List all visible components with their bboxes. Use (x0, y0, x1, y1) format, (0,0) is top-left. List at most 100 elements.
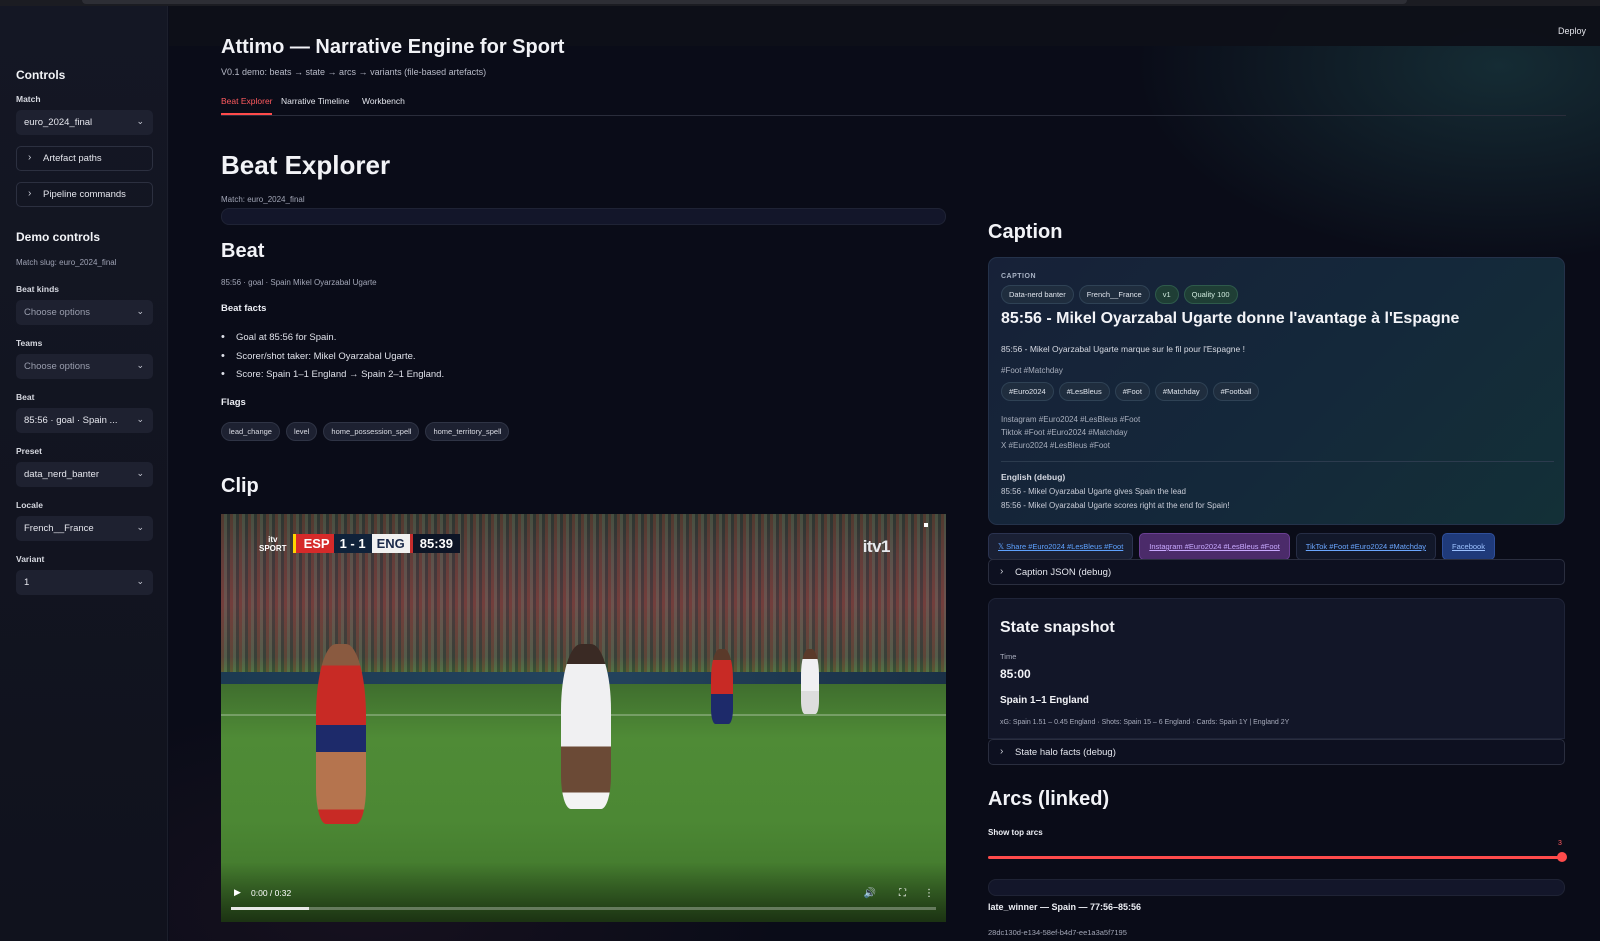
preset-label: Preset (16, 446, 42, 456)
list-item: Score: Spain 1–1 England → Spain 2–1 Eng… (221, 368, 444, 388)
share-tiktok-button[interactable]: TikTok #Foot #Euro2024 #Matchday (1295, 533, 1437, 560)
locale-select-value: French__France (24, 523, 94, 534)
share-buttons: 𝕏 Share #Euro2024 #LesBleus #Foot Instag… (988, 533, 1495, 560)
variant-label: Variant (16, 554, 45, 564)
page-title: Beat Explorer (221, 150, 391, 180)
beat-select[interactable]: 85:56 · goal · Spain ... ⌄ (16, 408, 153, 433)
state-halo-label: State halo facts (debug) (1015, 747, 1116, 758)
video-player[interactable]: itv SPORT ESP 1 - 1 ENG 85:39 itv1 ▶ 0:0… (221, 514, 946, 922)
state-stats: xG: Spain 1.51 – 0.45 England · Shots: S… (1000, 719, 1290, 726)
quality-badge: Quality 100 (1183, 285, 1238, 304)
video-corner-marker (924, 523, 928, 527)
beat-kinds-label: Beat kinds (16, 284, 59, 294)
platform-line: Instagram #Euro2024 #LesBleus #Foot (1001, 415, 1141, 424)
video-progress-fill (231, 907, 309, 910)
arc-title: late_winner — Spain — 77:56–85:56 (988, 902, 1142, 912)
brand-bottom: SPORT (259, 544, 287, 553)
preset-select-value: data_nerd_banter (24, 469, 100, 480)
preset-select[interactable]: data_nerd_banter ⌄ (16, 462, 153, 487)
top-arcs-slider[interactable] (988, 856, 1565, 859)
share-facebook-button[interactable]: Facebook (1442, 533, 1495, 560)
beat-kinds-multiselect[interactable]: Choose options ⌄ (16, 300, 153, 325)
score-line: Spain 1–1 England (1000, 695, 1089, 706)
caption-heading: Caption (988, 221, 1063, 243)
english-line: 85:56 - Mikel Oyarzabal Ugarte scores ri… (1001, 501, 1230, 510)
address-bar[interactable] (82, 0, 1407, 4)
chevron-down-icon: ⌄ (136, 306, 144, 316)
active-tab-indicator (221, 113, 272, 115)
variant-select[interactable]: 1 ⌄ (16, 570, 153, 595)
tag-pill: Data-nerd banter (1001, 285, 1074, 304)
chevron-down-icon: ⌄ (136, 116, 144, 126)
share-instagram-button[interactable]: Instagram #Euro2024 #LesBleus #Foot (1139, 533, 1290, 560)
platform-line: Tiktok #Foot #Euro2024 #Matchday (1001, 428, 1128, 437)
pipeline-commands-label: Pipeline commands (43, 189, 126, 200)
match-clock: 85:39 (412, 534, 461, 553)
video-frame-player (711, 649, 733, 724)
state-snapshot-card: State snapshot Time 85:00 Spain 1–1 Engl… (988, 598, 1565, 739)
caption-json-expander[interactable]: › Caption JSON (debug) (988, 559, 1565, 585)
demo-controls-heading: Demo controls (16, 230, 101, 244)
list-item: Scorer/shot taker: Mikel Oyarzabal Ugart… (221, 350, 444, 370)
beat-heading: Beat (221, 240, 265, 262)
hashtag-row: #Euro2024 #LesBleus #Foot #Matchday #Foo… (1001, 382, 1260, 401)
tab-bar: Beat Explorer Narrative Timeline Workben… (221, 94, 1566, 116)
channel-logo: itv1 (862, 537, 891, 556)
deploy-button[interactable]: Deploy (1558, 26, 1586, 36)
chevron-right-icon: › (28, 152, 32, 163)
platform-line: X #Euro2024 #LesBleus #Foot (1001, 441, 1110, 450)
caption-card: CAPTION Data-nerd banter French__France … (988, 257, 1565, 525)
top-arcs-label: Show top arcs (988, 828, 1043, 837)
itv-sport-logo: itv SPORT (259, 534, 287, 553)
tab-workbench[interactable]: Workbench (362, 96, 405, 106)
play-icon[interactable]: ▶ (234, 887, 241, 898)
clip-heading: Clip (221, 475, 259, 497)
caption-title: 85:56 - Mikel Oyarzabal Ugarte donne l'a… (1001, 310, 1460, 327)
scoreboard-overlay: itv SPORT ESP 1 - 1 ENG 85:39 (259, 534, 461, 553)
away-team: ENG (371, 534, 413, 553)
pipeline-commands-expander[interactable]: › Pipeline commands (16, 182, 153, 207)
chevron-right-icon: › (28, 188, 32, 199)
controls-heading: Controls (16, 68, 66, 82)
slider-handle[interactable] (1557, 852, 1567, 862)
more-options-icon[interactable]: ⋮ (924, 888, 934, 899)
tab-beat-explorer[interactable]: Beat Explorer (221, 96, 273, 106)
chevron-down-icon: ⌄ (136, 468, 144, 478)
hashtag-chip: #Matchday (1154, 382, 1208, 401)
arcs-heading: Arcs (linked) (988, 788, 1110, 810)
home-team: ESP (292, 534, 334, 553)
chevron-down-icon: ⌄ (136, 576, 144, 586)
fullscreen-icon[interactable]: ⛶ (899, 888, 906, 899)
time-value: 85:00 (1000, 667, 1031, 681)
flag-chip: home_territory_spell (425, 422, 510, 441)
beat-select-value: 85:56 · goal · Spain ... (24, 415, 118, 426)
version-badge: v1 (1154, 285, 1179, 304)
arc-id: 28dc130d-e134-58ef-b4d7-ee1a3a5f7195 (988, 928, 1127, 937)
locale-select[interactable]: French__France ⌄ (16, 516, 153, 541)
score: 1 - 1 (333, 534, 372, 553)
artefact-paths-expander[interactable]: › Artefact paths (16, 146, 153, 171)
video-controls: ▶ 0:00 / 0:32 🔊 ⛶ ⋮ (221, 862, 946, 922)
slider-value: 3 (1558, 840, 1562, 847)
share-x-button[interactable]: 𝕏 Share #Euro2024 #LesBleus #Foot (988, 533, 1134, 560)
list-item: Goal at 85:56 for Spain. (221, 331, 444, 351)
caption-hashline: #Foot #Matchday (1001, 366, 1063, 375)
hashtag-chip: #Euro2024 (1001, 382, 1054, 401)
caption-body: 85:56 - Mikel Oyarzabal Ugarte marque su… (1001, 344, 1245, 354)
chevron-down-icon: ⌄ (136, 414, 144, 424)
beat-facts-list: Goal at 85:56 for Spain. Scorer/shot tak… (221, 331, 444, 388)
locale-label: Locale (16, 500, 43, 510)
english-debug-label: English (debug) (1001, 472, 1066, 482)
video-frame-player (801, 649, 819, 714)
beat-label: Beat (16, 392, 35, 402)
flags-row: lead_change level home_possession_spell … (221, 422, 510, 441)
tab-narrative-timeline[interactable]: Narrative Timeline (281, 96, 350, 106)
divider (1001, 461, 1554, 462)
match-select[interactable]: euro_2024_final ⌄ (16, 110, 153, 135)
volume-icon[interactable]: 🔊 (864, 888, 876, 899)
state-halo-expander[interactable]: › State halo facts (debug) (988, 739, 1565, 765)
teams-multiselect[interactable]: Choose options ⌄ (16, 354, 153, 379)
video-progress-bar[interactable] (231, 907, 936, 910)
video-time: 0:00 / 0:32 (251, 888, 292, 898)
tag-pill: French__France (1078, 285, 1150, 304)
